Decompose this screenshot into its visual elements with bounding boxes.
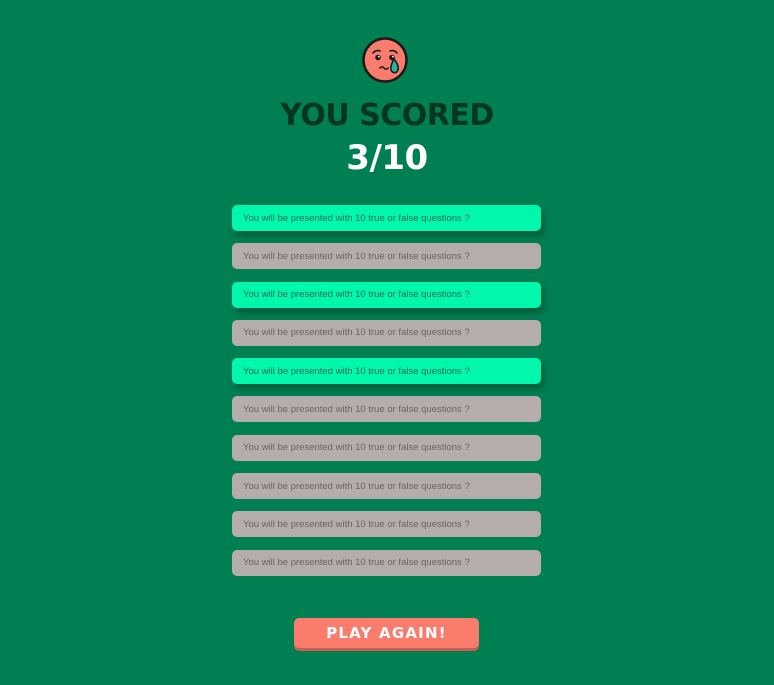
- result-item: You will be presented with 10 true or fa…: [232, 281, 541, 308]
- page-title: YOU SCORED: [280, 98, 494, 133]
- result-question-text: You will be presented with 10 true or fa…: [243, 250, 470, 262]
- result-item: You will be presented with 10 true or fa…: [232, 243, 541, 270]
- result-question-text: You will be presented with 10 true or fa…: [243, 365, 470, 377]
- result-question-text: You will be presented with 10 true or fa…: [243, 557, 470, 569]
- play-again-button[interactable]: PLAY AGAIN!: [294, 618, 479, 648]
- result-question-text: You will be presented with 10 true or fa…: [243, 289, 470, 301]
- result-item: You will be presented with 10 true or fa…: [232, 396, 541, 423]
- result-question-text: You will be presented with 10 true or fa…: [243, 442, 470, 454]
- result-item: You will be presented with 10 true or fa…: [232, 511, 541, 538]
- score-value: 3/10: [346, 138, 428, 178]
- result-question-text: You will be presented with 10 true or fa…: [243, 518, 470, 530]
- result-question-text: You will be presented with 10 true or fa…: [243, 327, 470, 339]
- result-item: You will be presented with 10 true or fa…: [232, 319, 541, 346]
- result-item: You will be presented with 10 true or fa…: [232, 473, 541, 500]
- results-list: You will be presented with 10 true or fa…: [232, 205, 541, 588]
- result-item: You will be presented with 10 true or fa…: [232, 549, 541, 576]
- result-question-text: You will be presented with 10 true or fa…: [243, 480, 470, 492]
- result-item: You will be presented with 10 true or fa…: [232, 358, 541, 385]
- result-question-text: You will be presented with 10 true or fa…: [243, 403, 470, 415]
- result-item: You will be presented with 10 true or fa…: [232, 434, 541, 461]
- result-item: You will be presented with 10 true or fa…: [232, 205, 541, 231]
- crying-face-icon: [362, 37, 408, 83]
- result-question-text: You will be presented with 10 true or fa…: [243, 212, 470, 224]
- results-screen: YOU SCORED 3/10 You will be presented wi…: [0, 0, 774, 685]
